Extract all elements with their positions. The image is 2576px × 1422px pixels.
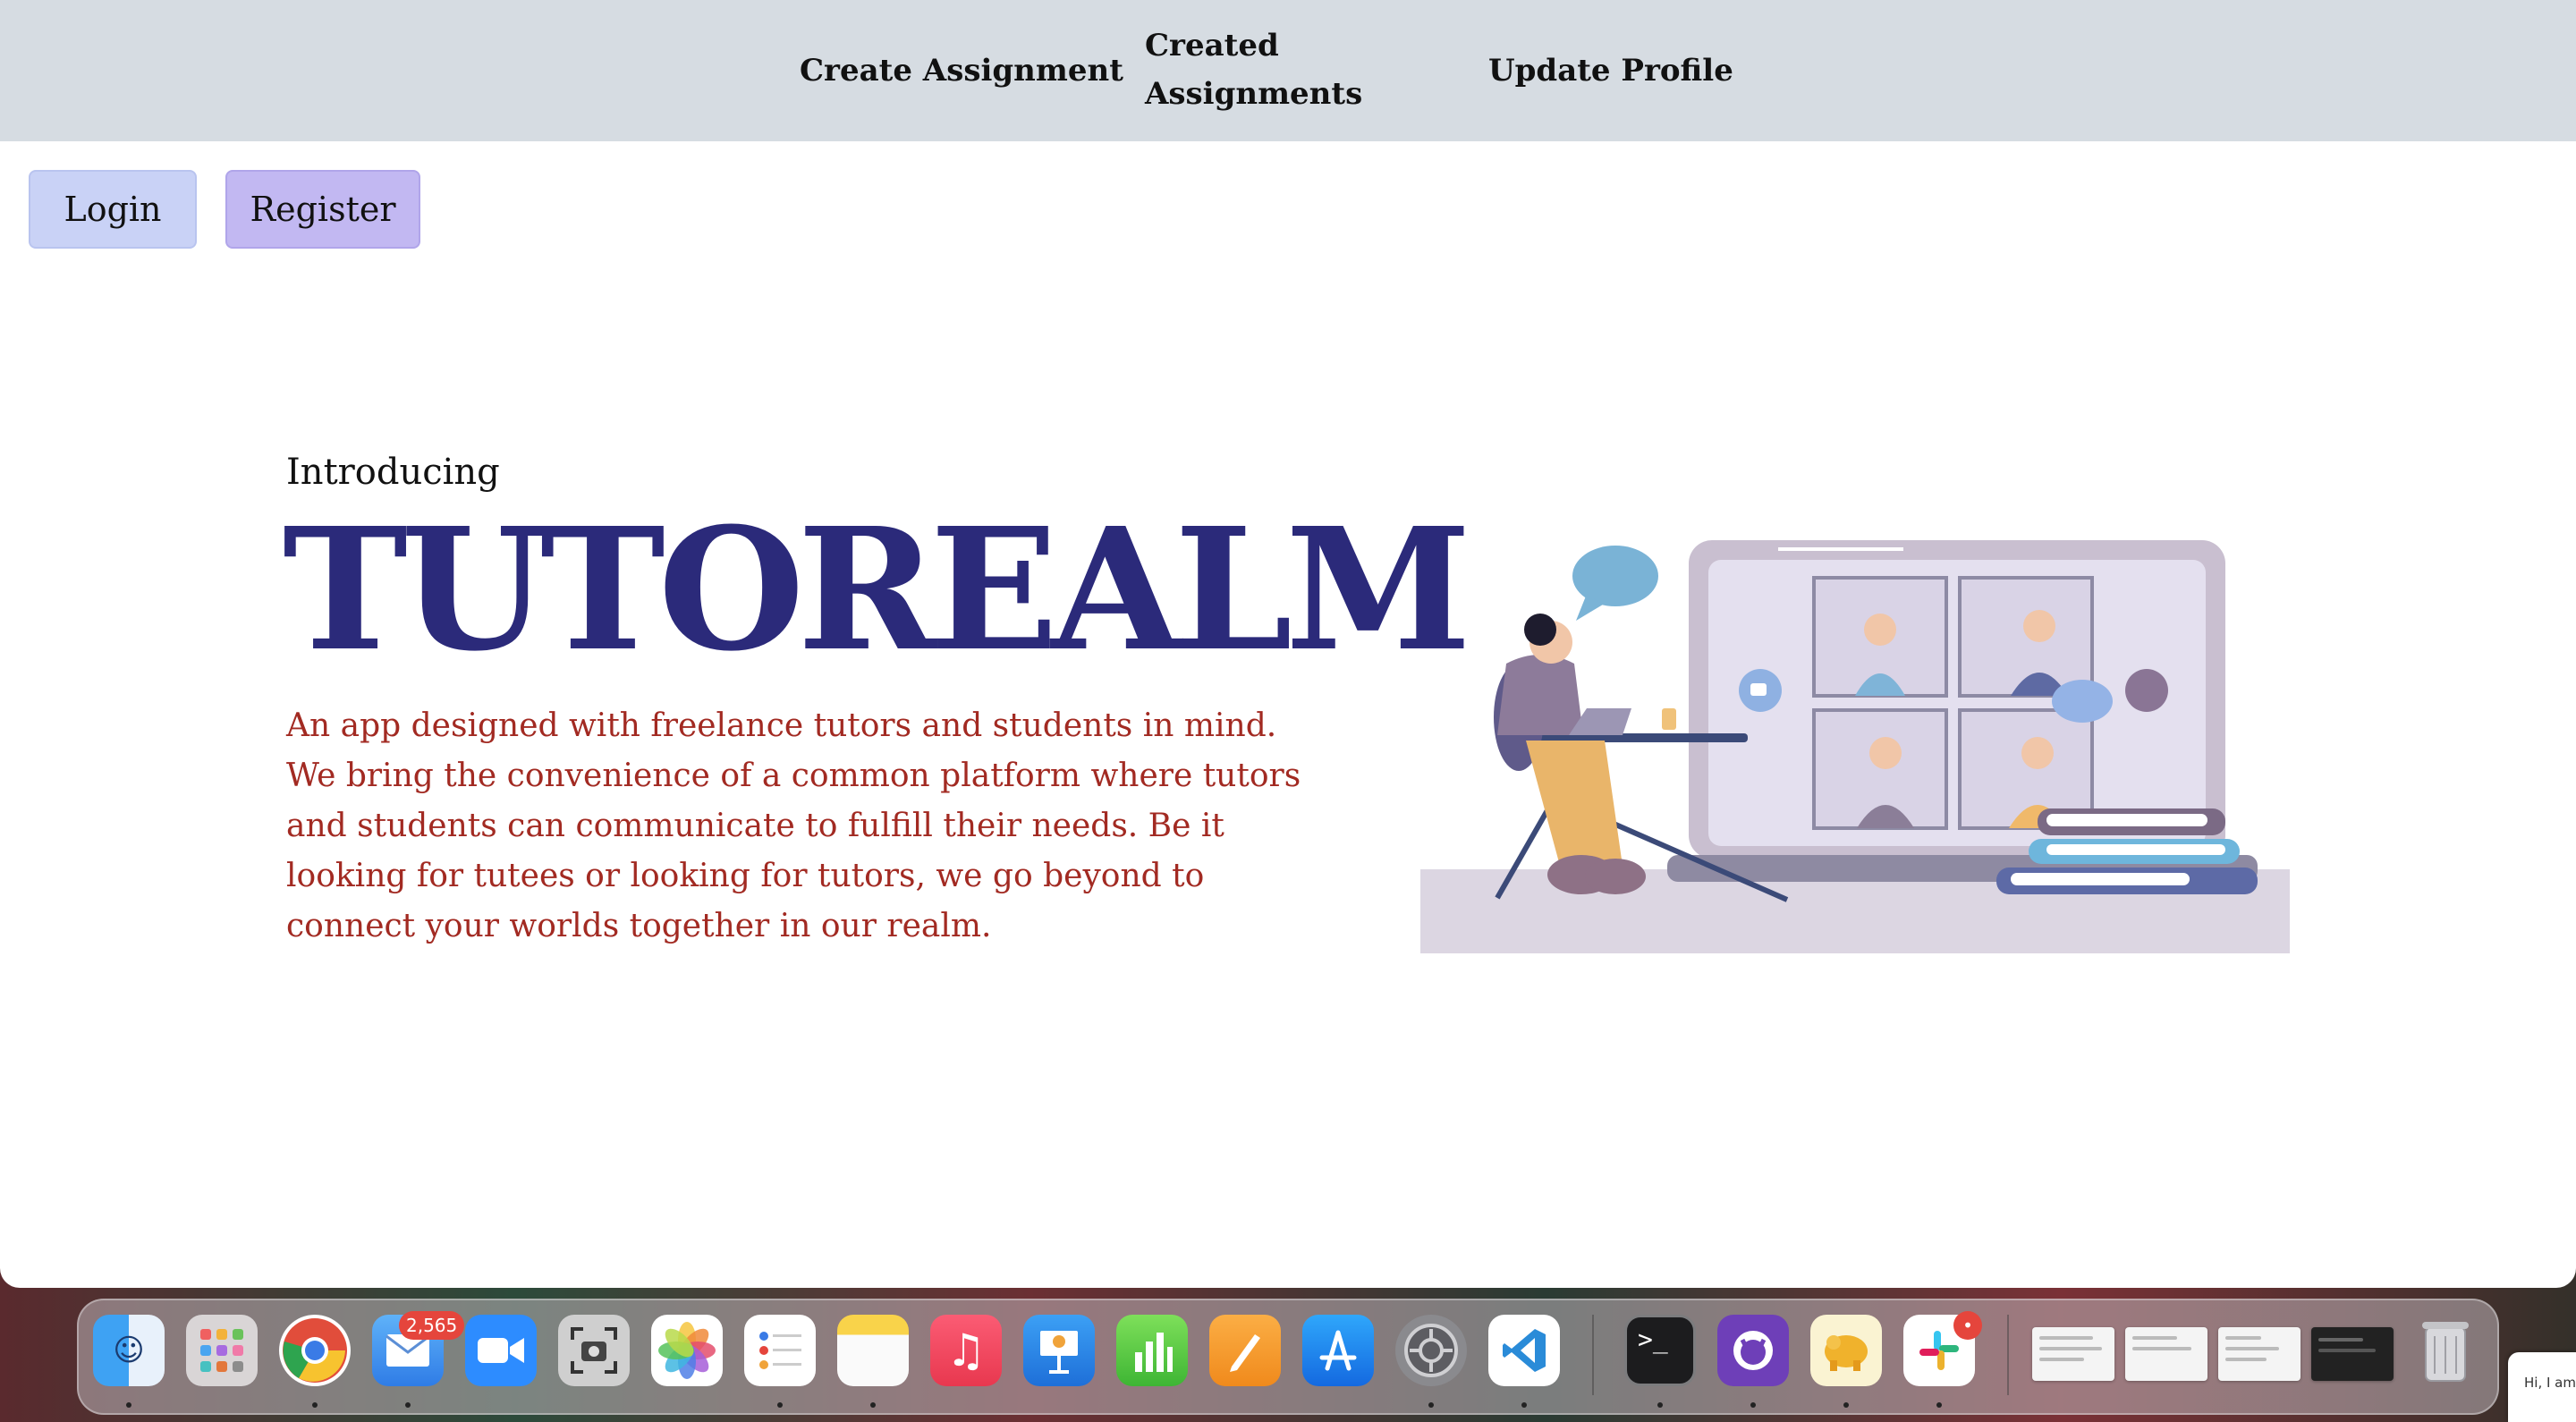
browser-window: Create Assignment Created Assignments Up… — [0, 0, 2576, 1288]
dock-separator-2 — [2007, 1315, 2009, 1395]
nav-created-assignments[interactable]: Created Assignments — [1145, 21, 1362, 118]
login-button[interactable]: Login — [29, 170, 197, 249]
video-call-illustration — [1420, 540, 2290, 953]
hero-description: An app designed with freelance tutors an… — [286, 707, 1301, 944]
intro-text: Introducing — [286, 452, 500, 493]
tableplus-running-dot — [1843, 1402, 1849, 1408]
vscode-icon[interactable] — [1488, 1315, 1560, 1386]
notes-running-dot — [870, 1402, 876, 1408]
finder-running-dot — [126, 1402, 131, 1408]
slack-notification-badge: • — [1953, 1311, 1982, 1340]
terminal-running-dot — [1657, 1402, 1663, 1408]
chrome-icon[interactable] — [279, 1315, 351, 1386]
chrome-running-dot — [312, 1402, 318, 1408]
mail-running-dot — [405, 1402, 411, 1408]
photos-icon[interactable] — [651, 1315, 723, 1386]
minimized-window-dark[interactable] — [2311, 1327, 2394, 1381]
top-navigation-bar: Create Assignment Created Assignments Up… — [0, 0, 2576, 141]
github-desktop-icon[interactable] — [1717, 1315, 1789, 1386]
notes-icon[interactable] — [837, 1315, 909, 1386]
slack-running-dot — [1936, 1402, 1942, 1408]
app-store-icon[interactable] — [1302, 1315, 1374, 1386]
terminal-icon[interactable]: >_ — [1624, 1315, 1696, 1386]
vscode-running-dot — [1521, 1402, 1527, 1408]
trash-icon[interactable] — [2410, 1315, 2481, 1386]
video-tile-1 — [1812, 576, 1948, 698]
minimized-window-notes-1[interactable] — [2125, 1327, 2207, 1381]
register-button[interactable]: Register — [225, 170, 420, 249]
minimized-window-notes-2[interactable] — [2218, 1327, 2301, 1381]
launchpad-icon[interactable] — [186, 1315, 258, 1386]
screenshot-icon[interactable] — [558, 1315, 630, 1386]
keynote-icon[interactable] — [1023, 1315, 1095, 1386]
tableplus-icon[interactable] — [1810, 1315, 1882, 1386]
github-running-dot — [1750, 1402, 1756, 1408]
video-tile-2 — [1958, 576, 2094, 698]
reminders-running-dot — [777, 1402, 783, 1408]
settings-running-dot — [1428, 1402, 1434, 1408]
nav-update-profile[interactable]: Update Profile — [1488, 47, 1733, 95]
minimized-window-mail[interactable] — [2032, 1327, 2114, 1381]
numbers-icon[interactable] — [1116, 1315, 1188, 1386]
finder-icon[interactable]: ☺ — [93, 1315, 165, 1386]
pages-icon[interactable] — [1209, 1315, 1281, 1386]
notification-preview[interactable]: Hi, I am has help alongsi — [2508, 1352, 2576, 1422]
reminders-icon[interactable] — [744, 1315, 816, 1386]
dock-separator — [1592, 1315, 1594, 1395]
music-icon[interactable]: ♫ — [930, 1315, 1002, 1386]
brand-title: TUTOREALM — [283, 491, 1471, 689]
video-tile-3 — [1812, 708, 1948, 830]
nav-create-assignment[interactable]: Create Assignment — [800, 47, 1123, 95]
zoom-icon[interactable] — [465, 1315, 537, 1386]
mail-unread-badge: 2,565 — [399, 1311, 465, 1340]
system-settings-icon[interactable] — [1395, 1315, 1467, 1386]
